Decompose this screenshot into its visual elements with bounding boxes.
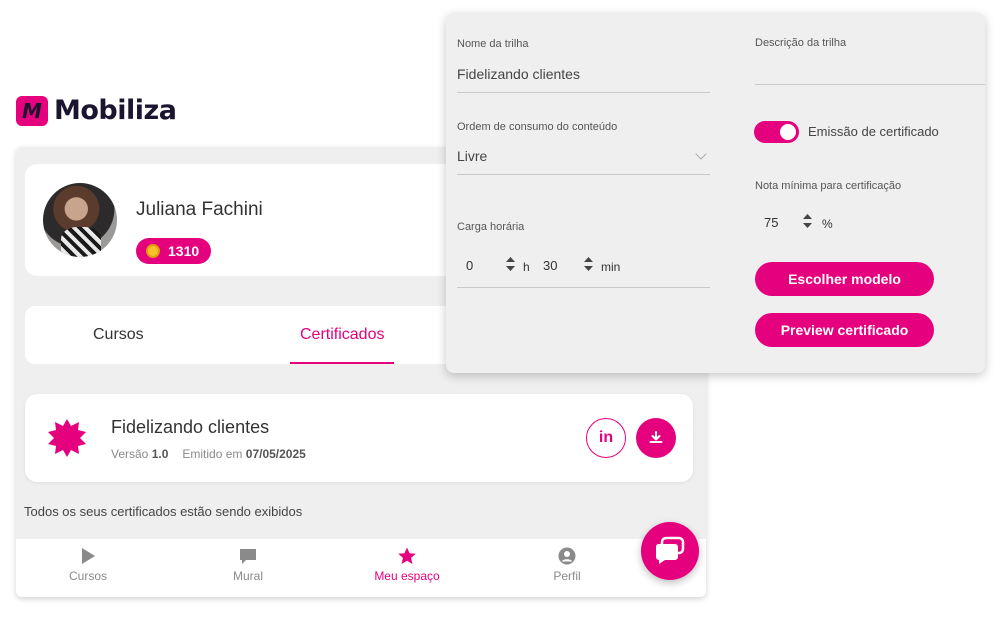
- trail-settings-panel: Nome da trilha Fidelizando clientes Desc…: [446, 13, 985, 373]
- linkedin-share-button[interactable]: in: [586, 418, 626, 458]
- issued-label: Emitido em: [182, 447, 243, 461]
- chevron-down-icon: [695, 148, 707, 160]
- description-underline: [755, 84, 985, 85]
- order-select[interactable]: Livre: [457, 148, 487, 164]
- minutes-unit: min: [601, 260, 621, 274]
- min-grade-unit: %: [822, 217, 833, 231]
- brand-logo: M Mobiliza: [16, 95, 177, 126]
- bottom-nav: Cursos Mural Meu espaço Perfil: [16, 539, 706, 597]
- workload-underline: [457, 287, 710, 288]
- trail-name-input[interactable]: Fidelizando clientes: [457, 66, 580, 82]
- nav-item-mural[interactable]: Mural: [188, 547, 308, 583]
- issued-date: 07/05/2025: [245, 447, 306, 461]
- min-grade-label: Nota mínima para certificação: [755, 180, 902, 192]
- play-icon: [82, 548, 95, 564]
- minutes-input[interactable]: 30: [543, 258, 557, 273]
- nav-label-perfil: Perfil: [553, 569, 581, 583]
- nav-label-mural: Mural: [232, 569, 263, 583]
- version-label: Versão: [111, 447, 149, 461]
- tab-cursos[interactable]: Cursos: [93, 326, 144, 344]
- tab-certificados[interactable]: Certificados: [300, 326, 384, 344]
- coin-icon: [146, 244, 160, 258]
- star-icon: [398, 547, 416, 564]
- certificate-version: Versão 1.0: [111, 447, 168, 461]
- chat-button[interactable]: [641, 522, 699, 580]
- choose-model-button[interactable]: Escolher modelo: [755, 262, 934, 296]
- nav-label-cursos: Cursos: [68, 569, 107, 583]
- order-underline: [457, 174, 710, 175]
- certificate-seal-icon: [48, 419, 86, 457]
- nav-item-cursos[interactable]: Cursos: [28, 547, 148, 583]
- download-button[interactable]: [636, 418, 676, 458]
- hours-spinner-icon[interactable]: [506, 257, 515, 271]
- min-grade-spinner-icon[interactable]: [803, 214, 812, 228]
- nav-item-meu-espaco[interactable]: Meu espaço: [347, 547, 467, 583]
- hours-unit: h: [523, 260, 530, 274]
- chat-icon: [655, 536, 685, 564]
- profile-name: Juliana Fachini: [136, 199, 263, 220]
- active-tab-indicator: [290, 362, 394, 364]
- download-icon: [649, 431, 663, 443]
- nav-item-perfil[interactable]: Perfil: [507, 547, 627, 583]
- certificate-toggle[interactable]: [754, 121, 799, 143]
- certificate-card[interactable]: Fidelizando clientes Versão 1.0 Emitido …: [25, 394, 693, 482]
- logo-mark: M: [16, 95, 48, 126]
- certificate-meta: Versão 1.0 Emitido em 07/05/2025: [111, 447, 306, 461]
- min-grade-input[interactable]: 75: [764, 215, 778, 230]
- workload-label: Carga horária: [457, 221, 525, 233]
- avatar: [43, 183, 117, 257]
- minutes-spinner-icon[interactable]: [584, 257, 593, 271]
- preview-certificate-button[interactable]: Preview certificado: [755, 313, 934, 347]
- certificate-toggle-label: Emissão de certificado: [808, 124, 939, 139]
- points-value: 1310: [168, 243, 200, 259]
- version-value: 1.0: [151, 447, 169, 461]
- chat-bubble-icon: [240, 549, 256, 564]
- points-badge: 1310: [136, 238, 212, 264]
- certificate-title: Fidelizando clientes: [111, 417, 270, 437]
- description-label: Descrição da trilha: [755, 37, 847, 49]
- hours-input[interactable]: 0: [466, 258, 473, 273]
- order-label: Ordem de consumo do conteúdo: [457, 121, 618, 133]
- trail-name-underline: [457, 92, 710, 93]
- user-icon: [558, 547, 576, 565]
- logo-text: Mobiliza: [54, 95, 177, 126]
- trail-name-label: Nome da trilha: [457, 38, 529, 50]
- certificate-issued: Emitido em 07/05/2025: [182, 447, 305, 461]
- description-input[interactable]: [755, 63, 985, 83]
- nav-label-meu-espaco: Meu espaço: [374, 569, 440, 583]
- all-certificates-message: Todos os seus certificados estão sendo e…: [24, 504, 303, 519]
